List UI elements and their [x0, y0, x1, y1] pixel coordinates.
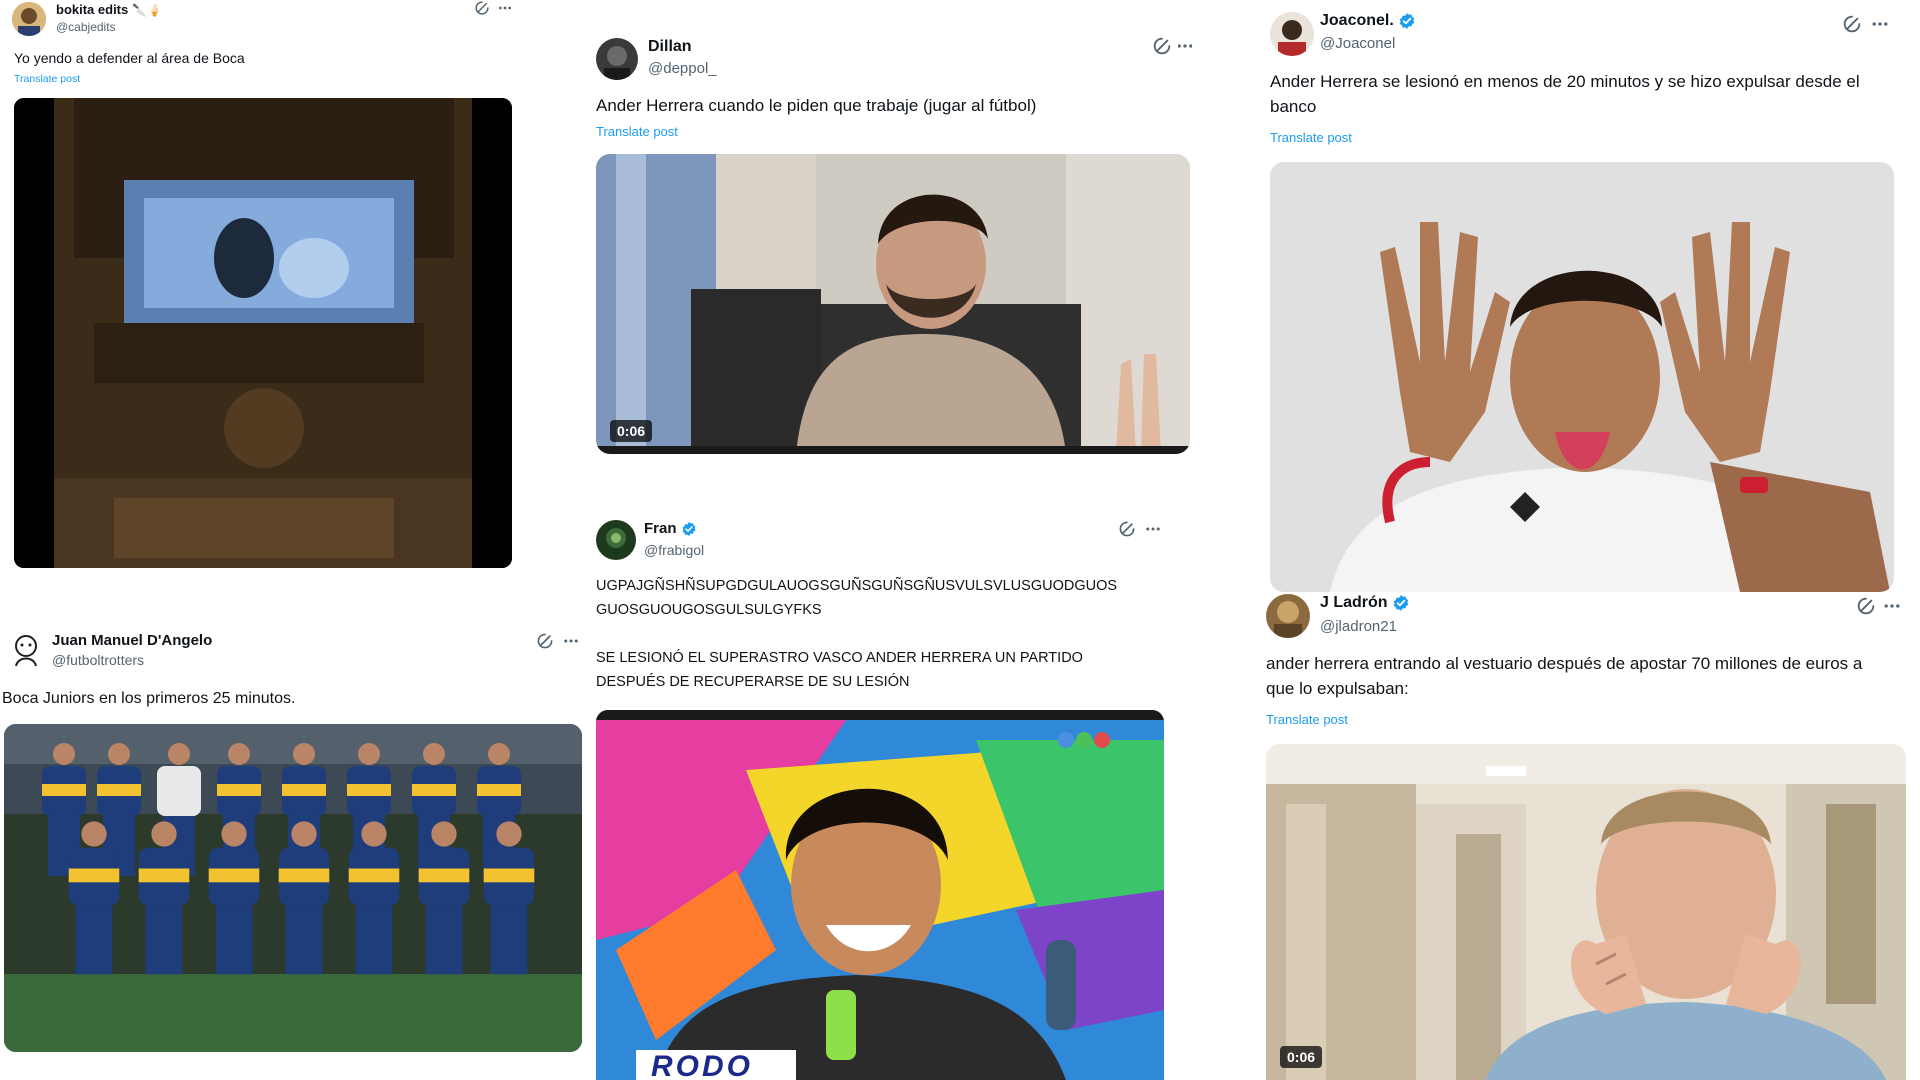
author-name-text[interactable]: bokita edits — [56, 2, 128, 17]
author-handle[interactable]: @futboltrotters — [52, 652, 144, 668]
post-text-line-4: DESPUÉS DE RECUPERARSE DE SU LESIÓN — [596, 674, 910, 690]
avatar[interactable] — [596, 520, 636, 560]
avatar[interactable] — [6, 630, 46, 670]
avatar[interactable] — [1270, 12, 1314, 56]
post-media-video[interactable]: 0:06 — [1266, 744, 1906, 1080]
author-name[interactable]: Juan Manuel D'Angelo — [52, 632, 212, 649]
author-handle[interactable]: @frabigol — [644, 542, 704, 558]
grok-icon[interactable] — [1118, 520, 1136, 538]
author-name[interactable]: Joaconel. — [1320, 12, 1416, 30]
avatar[interactable] — [1266, 594, 1310, 638]
author-name[interactable]: Dillan — [648, 38, 692, 56]
more-icon[interactable] — [562, 632, 580, 650]
post-text: Yo yendo a defender al área de Boca — [14, 50, 245, 66]
more-icon[interactable] — [1870, 14, 1890, 34]
verified-icon — [1398, 12, 1416, 30]
post-juan[interactable]: Juan Manuel D'Angelo @futboltrotters Boc… — [2, 628, 582, 1058]
post-media-video[interactable]: 0:06 — [596, 154, 1190, 454]
avatar[interactable] — [596, 38, 638, 80]
grok-icon[interactable] — [1842, 14, 1862, 34]
post-media-video[interactable]: RODO — [596, 710, 1164, 1080]
verified-icon — [681, 521, 697, 537]
post-bokita[interactable]: bokita edits 🔪🍦 @cabjedits Yo yendo a de… — [12, 0, 522, 570]
grok-icon[interactable] — [474, 0, 490, 16]
post-fran[interactable]: Fran @frabigol UGPAJGÑSHÑSUPGDGULAUOGSGU… — [596, 520, 1176, 1080]
grok-icon[interactable] — [536, 632, 554, 650]
more-icon[interactable] — [1144, 520, 1162, 538]
media-caption: RODO — [651, 1050, 753, 1080]
author-name[interactable]: bokita edits 🔪🍦 — [56, 2, 162, 17]
post-joaconel[interactable]: Joaconel. @Joaconel Ander Herrera se les… — [1270, 8, 1900, 598]
translate-link[interactable]: Translate post — [1270, 130, 1352, 145]
avatar[interactable] — [12, 2, 46, 36]
post-media-image[interactable] — [1270, 162, 1894, 592]
post-jladron[interactable]: J Ladrón @jladron21 ander herrera entran… — [1266, 594, 1906, 1080]
author-handle[interactable]: @jladron21 — [1320, 618, 1397, 635]
author-name[interactable]: J Ladrón — [1320, 594, 1410, 612]
more-icon[interactable] — [1882, 596, 1902, 616]
author-handle[interactable]: @deppol_ — [648, 60, 717, 77]
video-duration: 0:06 — [610, 420, 653, 442]
author-name-text[interactable]: Juan Manuel D'Angelo — [52, 632, 212, 649]
post-text-line-2: GUOSGUOUGOSGULSULGYFKS — [596, 602, 822, 618]
author-handle[interactable]: @cabjedits — [56, 20, 116, 34]
name-emoji: 🔪🍦 — [132, 2, 163, 17]
more-icon[interactable] — [1178, 36, 1192, 56]
video-duration: 0:06 — [1280, 1046, 1323, 1068]
translate-link[interactable]: Translate post — [596, 124, 678, 139]
author-name-text[interactable]: J Ladrón — [1320, 594, 1388, 612]
post-text-line-1: UGPAJGÑSHÑSUPGDGULAUOGSGUÑSGUÑSGÑUSVULSV… — [596, 578, 1118, 594]
author-name-text[interactable]: Dillan — [648, 38, 692, 56]
post-dillan[interactable]: Dillan @deppol_ Ander Herrera cuando le … — [596, 30, 1196, 460]
more-icon[interactable] — [497, 0, 513, 16]
post-text: Boca Juniors en los primeros 25 minutos. — [2, 690, 296, 707]
post-text-line-3: SE LESIONÓ EL SUPERASTRO VASCO ANDER HER… — [596, 650, 1083, 666]
author-name[interactable]: Fran — [644, 520, 697, 537]
translate-link[interactable]: Translate post — [1266, 712, 1348, 727]
post-text: Ander Herrera se lesionó en menos de 20 … — [1270, 72, 1860, 116]
post-media-image[interactable] — [4, 724, 582, 1052]
grok-icon[interactable] — [1856, 596, 1876, 616]
author-name-text[interactable]: Joaconel. — [1320, 12, 1394, 30]
post-text: Ander Herrera cuando le piden que trabaj… — [596, 96, 1037, 115]
author-name-text[interactable]: Fran — [644, 520, 677, 537]
grok-icon[interactable] — [1152, 36, 1172, 56]
translate-link[interactable]: Translate post — [14, 73, 80, 85]
post-media-video[interactable] — [14, 98, 512, 568]
author-handle[interactable]: @Joaconel — [1320, 35, 1395, 52]
verified-icon — [1392, 594, 1410, 612]
post-text: ander herrera entrando al vestuario desp… — [1266, 654, 1863, 698]
